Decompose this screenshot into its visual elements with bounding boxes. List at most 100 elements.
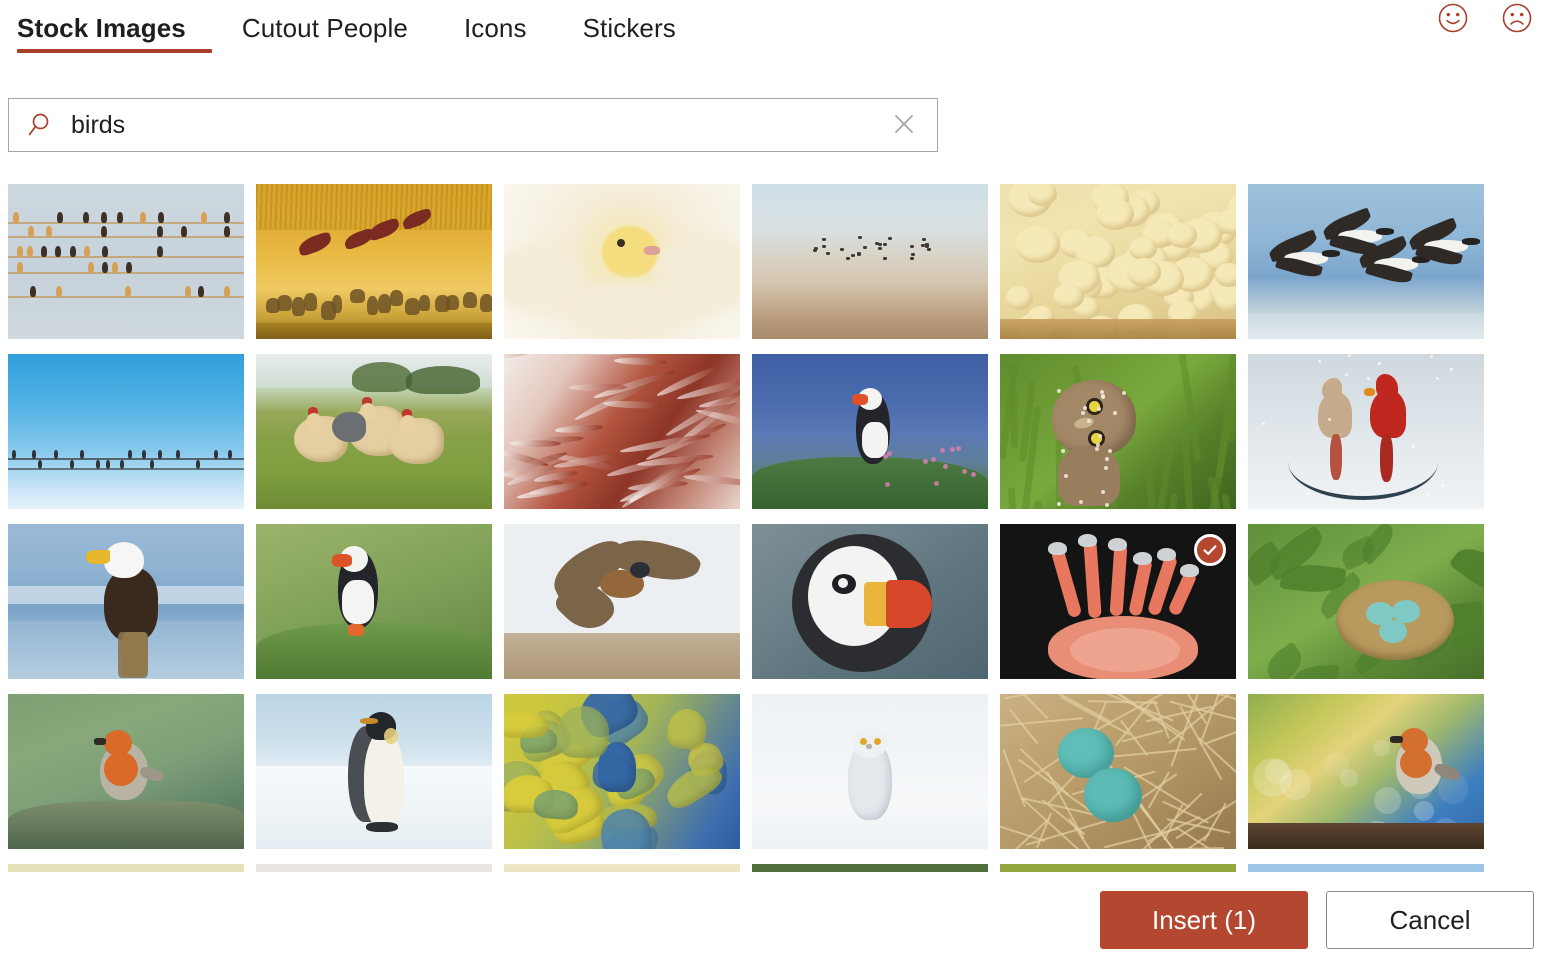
- bird-silhouette: [117, 212, 123, 223]
- result-thumbnail[interactable]: [1248, 524, 1484, 679]
- result-thumbnail[interactable]: [504, 354, 740, 509]
- result-thumbnail[interactable]: [752, 864, 988, 872]
- result-thumbnail[interactable]: [256, 184, 492, 339]
- result-thumbnail[interactable]: [1248, 184, 1484, 339]
- straw-strand: [1002, 748, 1026, 807]
- macaw-feather: [666, 707, 708, 751]
- bird-silhouette: [112, 262, 118, 273]
- result-thumbnail[interactable]: [8, 524, 244, 679]
- tab-cutout-people[interactable]: Cutout People: [242, 0, 434, 56]
- snowflake: [1345, 373, 1348, 376]
- robin-breast: [104, 752, 138, 786]
- thumbnail-image: [1248, 524, 1484, 679]
- result-thumbnail[interactable]: [256, 694, 492, 849]
- results-scroll-area[interactable]: [8, 184, 1540, 872]
- result-thumbnail[interactable]: [1248, 354, 1484, 509]
- result-thumbnail[interactable]: [1248, 864, 1484, 872]
- owl-speckle: [1104, 466, 1108, 470]
- bird-silhouette: [80, 450, 84, 459]
- thumbnail-image: [256, 354, 492, 509]
- chick-beak: [644, 246, 660, 255]
- snowflake: [1412, 445, 1415, 448]
- tab-bar: Stock Images Cutout People Icons Stickers: [0, 0, 1548, 56]
- result-thumbnail[interactable]: [8, 354, 244, 509]
- tab-label: Stickers: [583, 15, 676, 41]
- female-crest: [1322, 378, 1342, 400]
- result-thumbnail[interactable]: [1000, 864, 1236, 872]
- crane-standing: [367, 296, 378, 316]
- flamingo-head: [1048, 542, 1067, 555]
- cancel-button[interactable]: Cancel: [1326, 891, 1534, 949]
- chick-eye: [617, 239, 625, 247]
- puffin-feet: [348, 624, 364, 636]
- feather-strand: [682, 473, 740, 487]
- feedback-happy-button[interactable]: [1436, 2, 1470, 36]
- grass-mound: [752, 457, 988, 509]
- bird-silhouette: [120, 460, 124, 469]
- result-thumbnail[interactable]: [504, 184, 740, 339]
- bird-silhouette: [32, 450, 36, 459]
- flamingo-neck: [1110, 544, 1128, 617]
- result-thumbnail-selected[interactable]: [1000, 524, 1236, 679]
- result-thumbnail[interactable]: [504, 864, 740, 872]
- search-box[interactable]: [8, 98, 938, 152]
- flower: [950, 447, 955, 452]
- bird-silhouette: [28, 226, 34, 237]
- puffin-belly: [862, 422, 888, 458]
- tab-stock-images[interactable]: Stock Images: [17, 0, 212, 56]
- robin-beak: [94, 738, 106, 745]
- bird-dot: [857, 252, 861, 255]
- blue-egg: [1084, 768, 1142, 822]
- selection-check-badge[interactable]: [1194, 534, 1226, 566]
- crane-flying: [296, 231, 333, 257]
- result-thumbnail[interactable]: [1000, 184, 1236, 339]
- result-thumbnail[interactable]: [256, 864, 492, 872]
- result-thumbnail[interactable]: [504, 524, 740, 679]
- result-thumbnail[interactable]: [504, 694, 740, 849]
- tab-icons[interactable]: Icons: [464, 0, 553, 56]
- feedback-sad-button[interactable]: [1500, 2, 1534, 36]
- hawk-head: [630, 562, 650, 578]
- wire-line: [8, 468, 244, 470]
- puffin-beak-red: [886, 580, 932, 628]
- result-thumbnail[interactable]: [752, 694, 988, 849]
- result-thumbnail[interactable]: [1000, 354, 1236, 509]
- bird-dot: [822, 245, 826, 248]
- clear-search-button[interactable]: [871, 99, 937, 151]
- bird-silhouette: [70, 246, 76, 257]
- flower: [934, 481, 939, 486]
- search-input[interactable]: [71, 100, 871, 150]
- snowflake: [1262, 422, 1265, 425]
- bird-silhouette: [101, 226, 107, 237]
- result-thumbnail[interactable]: [8, 864, 244, 872]
- bird-silhouette: [157, 246, 163, 257]
- bird-dot: [921, 244, 925, 247]
- insert-button[interactable]: Insert (1): [1100, 891, 1308, 949]
- result-thumbnail[interactable]: [1248, 694, 1484, 849]
- result-thumbnail[interactable]: [256, 524, 492, 679]
- thumbnail-image: [752, 184, 988, 339]
- crane-standing: [277, 295, 292, 311]
- result-thumbnail[interactable]: [752, 354, 988, 509]
- goose-neck: [1376, 228, 1394, 235]
- snowflake: [1441, 484, 1444, 487]
- result-thumbnail[interactable]: [752, 524, 988, 679]
- owl-eye: [874, 738, 881, 745]
- snowflake: [1367, 377, 1370, 380]
- tree: [406, 366, 480, 394]
- result-thumbnail[interactable]: [8, 184, 244, 339]
- bird-dot: [922, 238, 926, 241]
- result-thumbnail[interactable]: [256, 354, 492, 509]
- bird-dot: [883, 243, 887, 246]
- tab-stickers[interactable]: Stickers: [583, 0, 702, 56]
- bird-dot: [813, 249, 817, 252]
- result-thumbnail[interactable]: [1000, 694, 1236, 849]
- thumbnail-image: [1000, 864, 1236, 872]
- penguin-belly: [364, 730, 404, 828]
- bird-silhouette: [84, 246, 90, 257]
- bird-silhouette: [88, 262, 94, 273]
- tab-label: Stock Images: [17, 15, 186, 41]
- snowflake: [1436, 377, 1439, 380]
- result-thumbnail[interactable]: [752, 184, 988, 339]
- result-thumbnail[interactable]: [8, 694, 244, 849]
